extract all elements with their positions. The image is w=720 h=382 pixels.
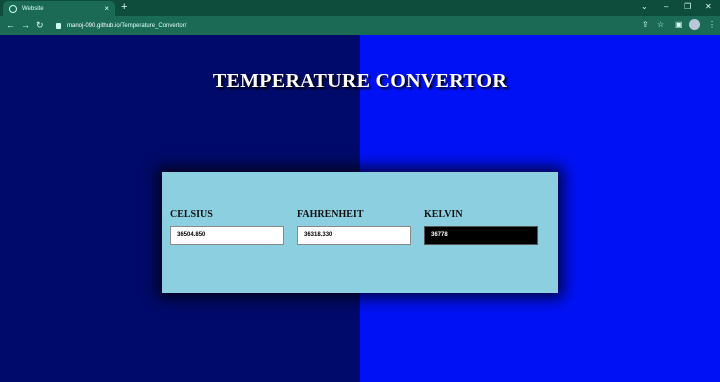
fahrenheit-label: FAHRENHEIT [297, 209, 364, 220]
back-icon[interactable]: ← [6, 19, 15, 31]
url-path: /Temperature_Convertor/ [119, 22, 187, 29]
bookmark-star-icon[interactable]: ☆ [657, 20, 664, 30]
sidebar-icon[interactable]: ▣ [675, 20, 683, 30]
tab-title: Website [22, 5, 44, 12]
globe-icon [9, 4, 17, 13]
url-host: manoj-090.github.io [67, 22, 120, 29]
tab-search-icon[interactable]: ⌄ [641, 1, 648, 13]
celsius-label: CELSIUS [170, 209, 213, 220]
kelvin-input[interactable]: 36778 [424, 226, 538, 245]
forward-icon[interactable]: → [21, 19, 30, 31]
page-title: TEMPERATURE CONVERTOR [212, 70, 508, 92]
fahrenheit-field-group: FAHRENHEIT 36318.330 [297, 208, 411, 245]
tab-close-icon[interactable]: × [104, 4, 109, 13]
browser-tab[interactable]: Website × [3, 1, 115, 16]
page-content: TEMPERATURE CONVERTOR CELSIUS 36504.850 … [0, 35, 720, 382]
profile-avatar[interactable] [689, 19, 700, 30]
converter-card: CELSIUS 36504.850 FAHRENHEIT 36318.330 K… [162, 172, 558, 293]
browser-toolbar: ← → ↻ manoj-090.github.io/Temperature_Co… [0, 16, 720, 35]
celsius-field-group: CELSIUS 36504.850 [170, 208, 284, 245]
close-window-icon[interactable]: ✕ [705, 1, 712, 13]
address-bar[interactable]: manoj-090.github.io/Temperature_Converto… [52, 19, 632, 32]
celsius-input[interactable]: 36504.850 [170, 226, 284, 245]
menu-icon[interactable]: ⋮ [708, 20, 716, 30]
browser-tab-bar: Website × + ⌄ – ❐ ✕ [0, 0, 720, 16]
fahrenheit-input[interactable]: 36318.330 [297, 226, 411, 245]
reload-icon[interactable]: ↻ [36, 19, 44, 31]
minimize-icon[interactable]: – [664, 1, 668, 13]
lock-icon [56, 22, 61, 29]
share-icon[interactable]: ⇪ [642, 20, 649, 30]
kelvin-field-group: KELVIN 36778 [424, 208, 538, 245]
new-tab-button[interactable]: + [121, 1, 127, 14]
restore-icon[interactable]: ❐ [684, 1, 691, 13]
kelvin-label: KELVIN [424, 209, 463, 220]
